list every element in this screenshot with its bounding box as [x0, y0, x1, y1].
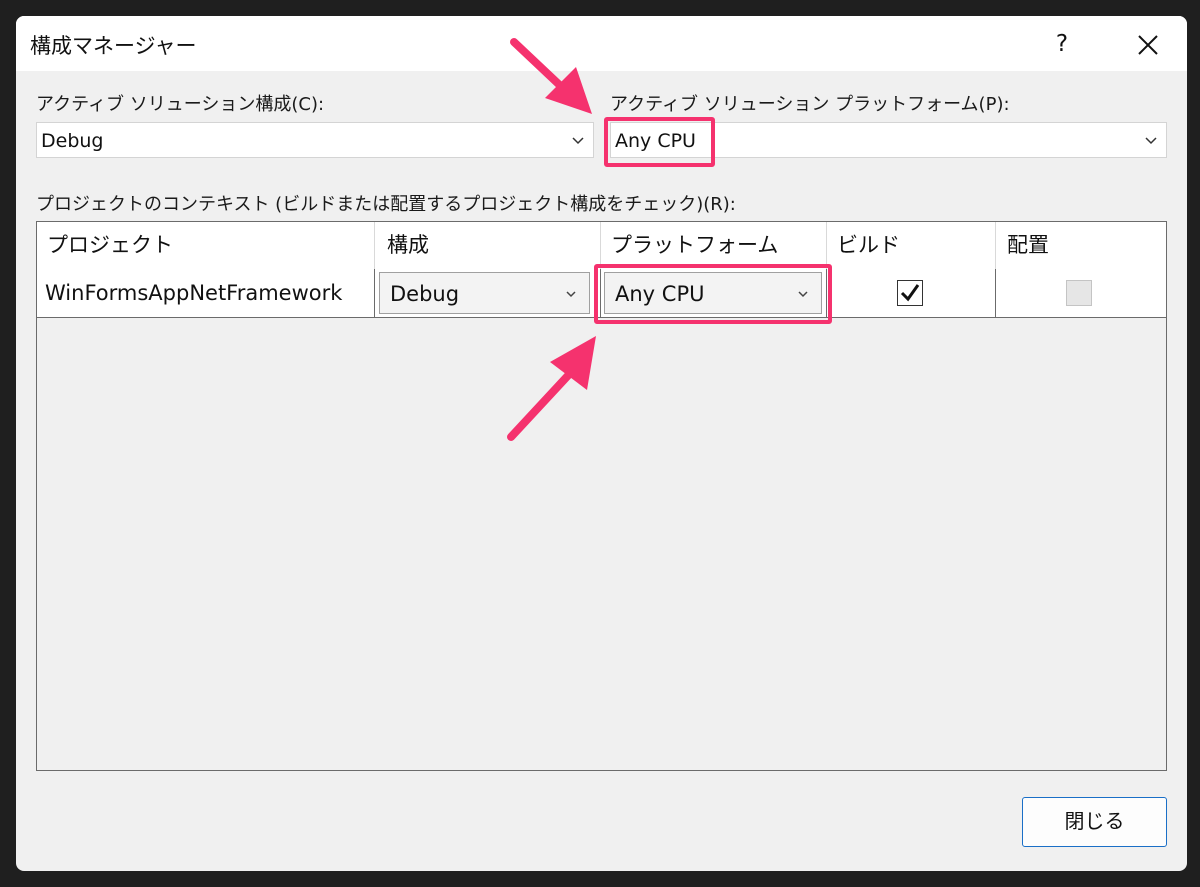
- column-divider: [374, 222, 375, 269]
- project-context-label: プロジェクトのコンテキスト (ビルドまたは配置するプロジェクト構成をチェック)(…: [36, 194, 736, 215]
- title-bar: 構成マネージャー ?: [16, 16, 1187, 71]
- column-header-deploy: 配置: [1007, 233, 1049, 257]
- column-divider: [600, 222, 601, 269]
- row-platform-highlight-box: [594, 264, 832, 324]
- project-name-cell: WinFormsAppNetFramework: [45, 281, 343, 305]
- column-header-platform: プラットフォーム: [611, 233, 779, 257]
- configuration-manager-dialog: 構成マネージャー ? アクティブ ソリューション構成(C): Debug アクテ…: [16, 16, 1187, 871]
- column-divider: [826, 222, 827, 269]
- close-icon[interactable]: [1123, 26, 1173, 62]
- solution-config-label: アクティブ ソリューション構成(C):: [36, 94, 325, 115]
- column-header-build: ビルド: [837, 233, 900, 257]
- column-divider: [995, 222, 996, 269]
- platform-highlight-box: [604, 117, 715, 167]
- checkmark-icon: [900, 284, 920, 302]
- close-button[interactable]: 閉じる: [1022, 797, 1167, 847]
- help-button[interactable]: ?: [1037, 26, 1087, 62]
- solution-config-value: Debug: [41, 130, 104, 152]
- solution-platform-label: アクティブ ソリューション プラットフォーム(P):: [610, 94, 1010, 115]
- column-header-configuration: 構成: [387, 233, 429, 257]
- window-title: 構成マネージャー: [30, 34, 197, 58]
- row-divider: [995, 269, 996, 317]
- column-header-project: プロジェクト: [47, 233, 173, 257]
- chevron-down-icon: [1144, 133, 1158, 152]
- grid-header: プロジェクト 構成 プラットフォーム ビルド 配置: [37, 222, 1166, 270]
- row-configuration-value: Debug: [390, 282, 460, 306]
- chevron-down-icon: [571, 133, 585, 152]
- row-divider: [374, 269, 375, 317]
- build-checkbox[interactable]: [897, 280, 923, 306]
- solution-config-dropdown[interactable]: Debug: [36, 122, 594, 158]
- row-configuration-dropdown[interactable]: Debug: [379, 272, 590, 314]
- deploy-checkbox[interactable]: [1066, 280, 1092, 306]
- chevron-down-icon: [565, 285, 577, 304]
